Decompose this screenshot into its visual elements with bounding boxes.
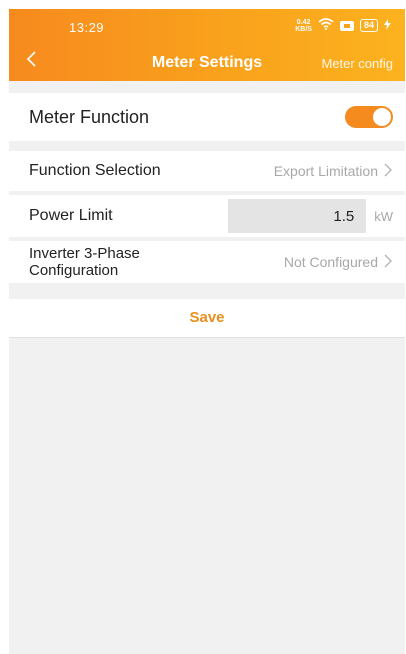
inverter-config-text: Not Configured — [283, 254, 378, 270]
power-limit-row: Power Limit kW — [9, 195, 405, 237]
meter-function-row: Meter Function — [9, 93, 405, 141]
sim-card-icon — [339, 20, 354, 31]
meter-config-link[interactable]: Meter config — [321, 56, 393, 71]
app-screen: 13:29 0.42 KB/S 84 Meter Settings Meter … — [9, 9, 405, 654]
network-speed-unit: KB/S — [295, 25, 312, 33]
function-selection-row[interactable]: Function Selection Export Limitation — [9, 151, 405, 191]
power-limit-unit: kW — [374, 208, 393, 224]
function-selection-label: Function Selection — [29, 162, 161, 179]
battery-icon: 84 — [359, 19, 378, 32]
status-bar: 13:29 0.42 KB/S 84 — [9, 9, 405, 43]
save-button[interactable]: Save — [9, 299, 405, 338]
app-header: 13:29 0.42 KB/S 84 Meter Settings Meter … — [9, 9, 405, 81]
power-limit-field: kW — [228, 199, 393, 233]
status-time: 13:29 — [69, 20, 105, 35]
charging-bolt-icon — [384, 18, 391, 33]
chevron-right-icon — [384, 161, 393, 182]
function-selection-text: Export Limitation — [273, 163, 378, 179]
inverter-config-label: Inverter 3-Phase Configuration — [29, 245, 140, 279]
network-speed: 0.42 KB/S — [295, 19, 312, 33]
chevron-right-icon — [384, 252, 393, 273]
function-selection-value[interactable]: Export Limitation — [274, 161, 393, 182]
title-bar: Meter Settings Meter config — [9, 43, 405, 81]
inverter-config-value[interactable]: Not Configured — [284, 252, 393, 273]
inverter-config-row[interactable]: Inverter 3-Phase Configuration Not Confi… — [9, 241, 405, 283]
power-limit-input[interactable] — [228, 199, 367, 233]
toggle-knob — [373, 108, 391, 126]
status-icons: 0.42 KB/S 84 — [295, 18, 391, 33]
meter-function-toggle[interactable] — [345, 106, 393, 128]
power-limit-label: Power Limit — [29, 207, 113, 224]
wifi-icon — [318, 18, 334, 33]
network-speed-value: 0.42 — [296, 18, 311, 26]
meter-function-label: Meter Function — [29, 106, 150, 127]
